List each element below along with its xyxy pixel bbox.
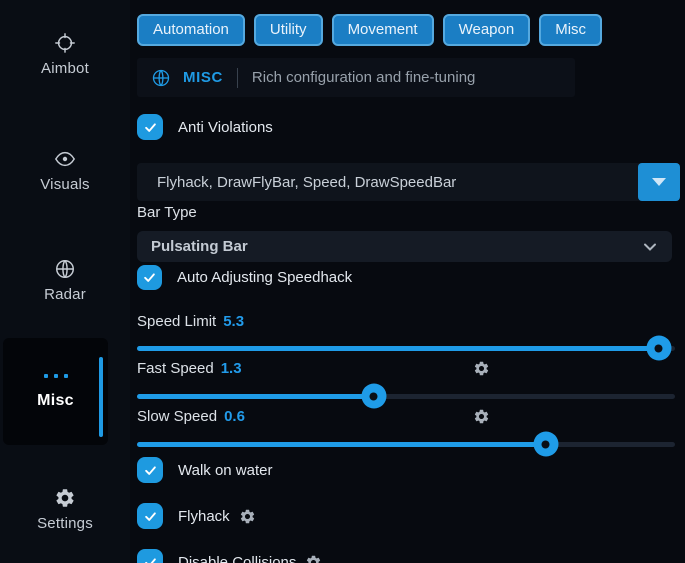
- sidebar-item-label: Misc: [3, 392, 108, 410]
- slider-fill: [137, 394, 374, 399]
- sidebar-item-visuals[interactable]: Visuals: [0, 148, 130, 193]
- auto-adjusting-checkbox[interactable]: [137, 265, 162, 290]
- disable-collisions-row: Disable Collisions: [137, 549, 322, 563]
- flyhack-row: Flyhack: [137, 503, 256, 529]
- slider-value: 0.6: [224, 408, 245, 425]
- tab-misc[interactable]: Misc: [539, 14, 602, 46]
- sidebar-item-settings[interactable]: Settings: [0, 487, 130, 532]
- triangle-down-icon: [652, 178, 666, 186]
- walk-on-water-checkbox[interactable]: [137, 457, 163, 483]
- tab-automation[interactable]: Automation: [137, 14, 245, 46]
- sidebar-item-label: Radar: [0, 286, 130, 303]
- flyhack-checkbox[interactable]: [137, 503, 163, 529]
- category-tabs: Automation Utility Movement Weapon Misc: [137, 14, 602, 46]
- check-icon: [143, 509, 158, 524]
- gear-icon[interactable]: [473, 360, 490, 377]
- globe-icon: [0, 258, 130, 280]
- speed-limit-label-row: Speed Limit 5.3: [137, 313, 244, 330]
- sidebar-item-label: Settings: [0, 515, 130, 532]
- check-icon: [143, 120, 158, 135]
- anti-violations-row: Anti Violations: [137, 114, 273, 140]
- main-content: Automation Utility Movement Weapon Misc …: [137, 0, 685, 563]
- check-icon: [142, 270, 157, 285]
- sidebar-item-misc-selected[interactable]: Misc: [3, 338, 108, 445]
- gear-icon[interactable]: [305, 554, 322, 563]
- tab-movement[interactable]: Movement: [332, 14, 434, 46]
- walk-on-water-row: Walk on water: [137, 457, 272, 483]
- slider-label: Slow Speed: [137, 408, 217, 425]
- slow-speed-slider[interactable]: [137, 431, 675, 457]
- checkbox-label: Anti Violations: [178, 119, 273, 136]
- bars-input[interactable]: [137, 174, 638, 191]
- section-title: MISC: [183, 69, 223, 86]
- slider-thumb[interactable]: [646, 336, 671, 361]
- checkbox-label: Flyhack: [178, 508, 230, 525]
- slider-value: 1.3: [221, 360, 242, 377]
- sidebar-item-aimbot[interactable]: Aimbot: [0, 32, 130, 77]
- bars-dropdown-button[interactable]: [638, 163, 680, 201]
- slider-fill: [137, 442, 546, 447]
- ellipsis-icon: [3, 374, 108, 378]
- sidebar: Aimbot Visuals Radar Misc Settings: [0, 0, 130, 563]
- selected-option: Pulsating Bar: [151, 238, 642, 255]
- gear-icon[interactable]: [239, 508, 256, 525]
- slider-label: Speed Limit: [137, 313, 216, 330]
- tab-utility[interactable]: Utility: [254, 14, 323, 46]
- gear-icon[interactable]: [473, 408, 490, 425]
- globe-icon: [151, 68, 171, 88]
- check-icon: [143, 463, 158, 478]
- slow-speed-label-row: Slow Speed 0.6: [137, 408, 675, 425]
- crosshair-icon: [0, 32, 130, 54]
- bar-type-select[interactable]: Pulsating Bar: [137, 231, 672, 262]
- slider-thumb[interactable]: [533, 432, 558, 457]
- anti-violations-checkbox[interactable]: [137, 114, 163, 140]
- fast-speed-slider[interactable]: [137, 383, 675, 409]
- checkbox-label: Disable Collisions: [178, 554, 296, 563]
- auto-adjusting-row: Auto Adjusting Speedhack: [137, 265, 352, 290]
- bar-type-label: Bar Type: [137, 204, 197, 221]
- sidebar-item-label: Visuals: [0, 176, 130, 193]
- disable-collisions-checkbox[interactable]: [137, 549, 163, 563]
- section-subtitle: Rich configuration and fine-tuning: [252, 69, 475, 86]
- divider: [237, 68, 238, 88]
- slider-value: 5.3: [223, 313, 244, 330]
- slider-thumb[interactable]: [361, 384, 386, 409]
- speed-limit-slider[interactable]: [137, 335, 675, 361]
- gear-icon: [0, 487, 130, 509]
- bars-multiselect: [137, 163, 680, 201]
- fast-speed-label-row: Fast Speed 1.3: [137, 360, 675, 377]
- section-header: MISC Rich configuration and fine-tuning: [137, 58, 575, 97]
- check-icon: [143, 555, 158, 563]
- slider-label: Fast Speed: [137, 360, 214, 377]
- checkbox-label: Walk on water: [178, 462, 272, 479]
- checkbox-label: Auto Adjusting Speedhack: [177, 269, 352, 286]
- chevron-down-icon: [642, 239, 658, 255]
- slider-fill: [137, 346, 659, 351]
- tab-weapon[interactable]: Weapon: [443, 14, 531, 46]
- eye-icon: [0, 148, 130, 170]
- sidebar-item-label: Aimbot: [0, 60, 130, 77]
- sidebar-item-radar[interactable]: Radar: [0, 258, 130, 303]
- active-indicator-bar: [99, 357, 103, 437]
